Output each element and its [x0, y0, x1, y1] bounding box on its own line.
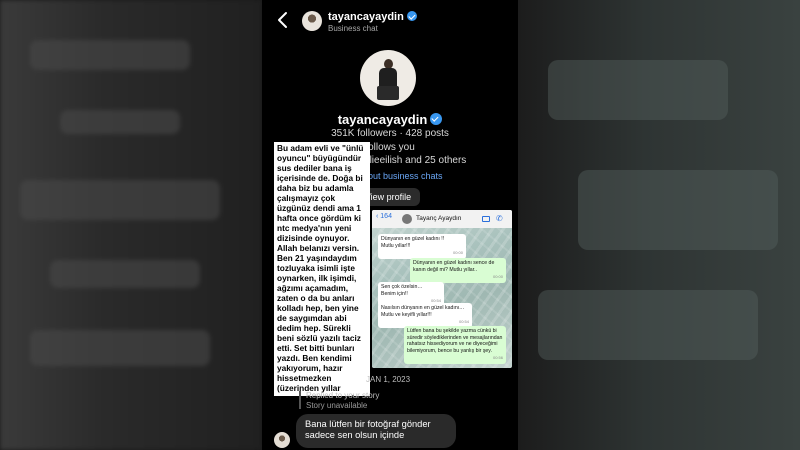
business-chats-link[interactable]: about business chats: [358, 171, 443, 181]
blurred-background-right: [518, 0, 800, 450]
overlay-caption: Bu adam evli ve "ünlü oyuncu" büyügündür…: [274, 142, 370, 396]
video-call-icon: [482, 216, 490, 222]
reply-indicator-bar: [299, 391, 301, 409]
header-subtitle: Business chat: [328, 24, 378, 33]
story-unavailable-label: Story unavailable: [306, 401, 368, 410]
embedded-chat-header: ‹ 164 Tayanç Ayaydın ✆: [372, 210, 512, 228]
verified-badge-icon: [406, 11, 417, 21]
sender-avatar[interactable]: [274, 432, 290, 448]
blurred-background-left: [0, 0, 262, 450]
phone-call-icon: ✆: [496, 214, 503, 223]
profile-stats: 351K followers · 428 posts: [331, 128, 449, 139]
story-reply-label: Replied to your story: [306, 391, 380, 400]
header-username[interactable]: tayancayaydin: [328, 11, 417, 23]
date-separator: JAN 1, 2023: [366, 375, 411, 384]
embedded-message: Dünyanın en güzel kadını sence de kanın …: [410, 258, 506, 283]
profile-avatar[interactable]: [360, 50, 416, 106]
embedded-message: Lütfen bana bu şekilde yazma cünkü bi sü…: [404, 326, 506, 364]
back-arrow-icon[interactable]: [276, 11, 290, 29]
chat-header: tayancayaydin Business chat: [262, 0, 518, 40]
embedded-message: Nasılsın dünyanın en güzel kadını… Mutlu…: [378, 303, 472, 328]
message-bubble[interactable]: Bana lütfen bir fotoğraf gönder sadece s…: [296, 414, 456, 448]
embedded-avatar: [402, 214, 412, 224]
embedded-back-count: ‹ 164: [376, 213, 392, 220]
phone-screen: tayancayaydin Business chat tayancayaydi…: [262, 0, 518, 450]
embedded-contact-name: Tayanç Ayaydın: [416, 215, 462, 222]
verified-badge-icon: [430, 113, 443, 125]
embedded-chat-screenshot: ‹ 164 Tayanç Ayaydın ✆ Dünyanın en güzel…: [372, 210, 512, 368]
profile-username: tayancayaydin: [262, 112, 518, 127]
header-avatar[interactable]: [302, 11, 322, 31]
embedded-message: Dünyanın en güzel kadını !! Mutlu yıllar…: [378, 234, 466, 259]
